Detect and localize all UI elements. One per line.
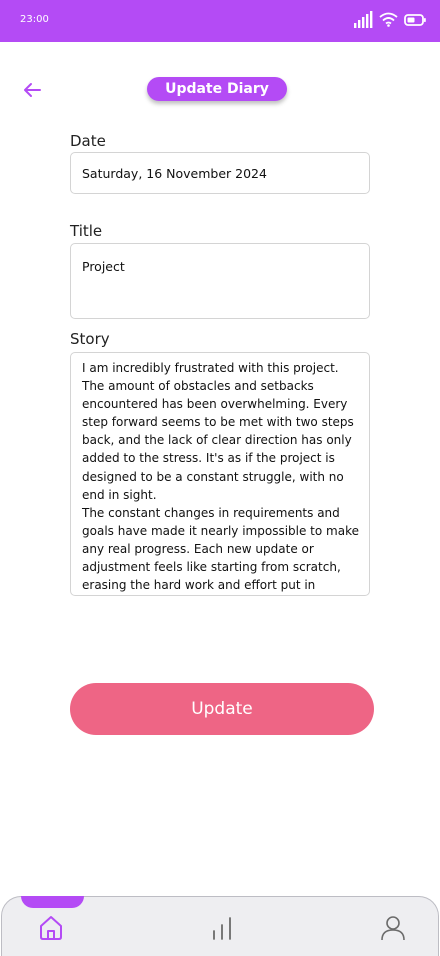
arrow-left-icon bbox=[24, 83, 41, 97]
story-label: Story bbox=[70, 330, 110, 348]
signal-icon bbox=[354, 11, 373, 28]
page-title: Update Diary bbox=[147, 77, 287, 101]
home-icon bbox=[40, 916, 62, 940]
date-label: Date bbox=[70, 132, 106, 150]
status-icons bbox=[354, 11, 426, 28]
bar-chart-icon bbox=[213, 917, 231, 940]
nav-profile[interactable] bbox=[376, 911, 410, 945]
battery-icon bbox=[404, 13, 426, 26]
user-icon bbox=[381, 916, 405, 941]
nav-home[interactable] bbox=[34, 911, 68, 945]
story-field[interactable]: I am incredibly frustrated with this pro… bbox=[70, 352, 370, 596]
status-bar: 23:00 bbox=[0, 0, 440, 42]
wifi-icon bbox=[379, 12, 398, 27]
update-button[interactable]: Update bbox=[70, 683, 374, 735]
back-button[interactable] bbox=[18, 76, 46, 104]
title-label: Title bbox=[70, 222, 103, 240]
bottom-nav bbox=[1, 896, 439, 956]
active-tab-indicator bbox=[21, 896, 84, 908]
title-field[interactable]: Project bbox=[70, 243, 370, 319]
nav-stats[interactable] bbox=[205, 911, 239, 945]
date-field[interactable]: Saturday, 16 November 2024 bbox=[70, 152, 370, 194]
status-time: 23:00 bbox=[20, 14, 49, 25]
